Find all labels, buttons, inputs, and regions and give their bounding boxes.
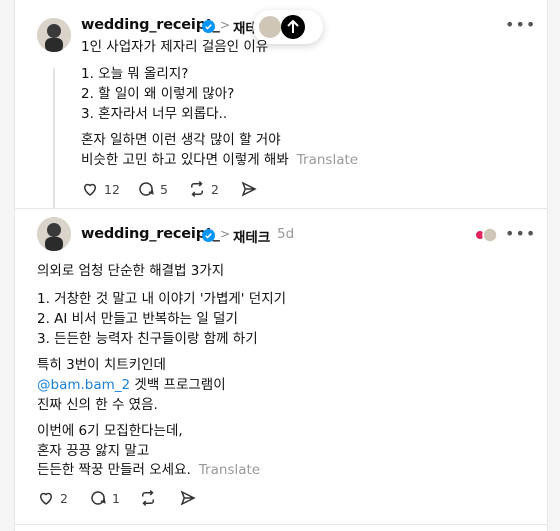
post1-more-icon[interactable]: ••• [505,15,536,34]
post2-avatar[interactable] [37,217,71,251]
send-icon [241,181,257,197]
mention-link[interactable]: @bam.bam_2 [37,377,130,393]
post1-comment-button[interactable]: 5 [137,180,168,198]
post2-topic[interactable]: 재테크 [233,226,270,246]
chevron-right-icon: > [220,18,231,32]
bottom-divider [15,524,547,525]
post1-share-button[interactable] [240,180,263,198]
post1-repost-button[interactable]: 2 [188,180,219,198]
reaction-avatars-icon[interactable] [472,226,502,244]
post2-closing-1: 이번에 6기 모집한다는데, [37,423,183,439]
post2-mention-tail: 겟백 프로그램이 [130,377,226,393]
post1-body-2: 비슷한 고민 하고 있다면 이렇게 해봐 [81,152,289,168]
post2-translate-link[interactable]: Translate [199,462,260,478]
verified-badge-icon [202,229,215,242]
send-icon [180,490,196,506]
post1-username[interactable]: wedding_receipt_ [81,17,220,33]
comment-icon [91,491,106,505]
repost-icon [191,180,203,198]
post1-like-count: 12 [104,181,120,197]
post2-closing-2: 혼자 끙끙 앓지 말고 [37,443,150,459]
post2-closing-3: 든든한 짝꿍 만들러 오세요. [37,462,191,478]
post2-like-count: 2 [60,490,68,506]
post1-avatar[interactable] [37,18,71,52]
post1-list-2: 2. 할 일이 왜 이렇게 많아? [81,86,235,102]
avatar-image [37,217,71,251]
post1-repost-count: 2 [211,181,219,197]
post2-like-button[interactable]: 2 [37,489,68,507]
comment-icon [139,182,154,196]
post1-list-3: 3. 혼자라서 너무 외롭다.. [81,106,228,122]
post1-title: 1인 사업자가 제자리 걸음인 이유 [81,39,269,55]
post2-more-icon[interactable]: ••• [505,224,536,243]
mini-avatar [259,16,281,38]
post2-closing-3-line: 든든한 짝꿍 만들러 오세요. Translate [37,460,260,480]
post-divider [15,208,547,209]
chevron-right-icon: > [220,227,231,241]
post2-timestamp: 5d [277,226,295,242]
verified-badge-icon [202,20,215,33]
avatar-image [37,18,71,52]
heart-icon [39,492,53,505]
post1-body-1: 혼자 일하면 이런 생각 많이 할 거야 [81,132,281,148]
heart-icon [83,183,97,196]
post2-para1-end: 진짜 신의 한 수 였음. [37,397,158,413]
post1-translate-link[interactable]: Translate [297,152,358,168]
post2-mention-line: @bam.bam_2 겟백 프로그램이 [37,375,226,395]
post2-list-2: 2. AI 비서 만들고 반복하는 일 덜기 [37,311,238,327]
post1-like-button[interactable]: 12 [81,180,120,198]
post1-list-1: 1. 오늘 뭐 올리지? [81,66,189,82]
post2-repost-button[interactable] [139,489,162,507]
repost-icon [142,489,154,507]
post2-username[interactable]: wedding_receipt_ [81,226,220,242]
post2-comment-button[interactable]: 1 [89,489,120,507]
feed-card: wedding_receipt_ > 재테 ••• 1인 사업자가 제자리 걸음… [14,0,548,531]
post1-comment-count: 5 [160,181,168,197]
arrow-up-icon[interactable] [281,15,305,39]
post2-list-1: 1. 거창한 것 말고 내 이야기 '가볍게' 던지기 [37,291,287,307]
post2-list-3: 3. 든든한 능력자 친구들이랑 함께 하기 [37,331,258,347]
post2-intro: 의외로 엄청 단순한 해결법 3가지 [37,263,225,279]
post2-comment-count: 1 [112,490,120,506]
post1-body-2-line: 비슷한 고민 하고 있다면 이렇게 해봐 Translate [81,150,358,170]
thread-line [53,68,55,208]
post2-para1: 특히 3번이 치트키인데 [37,357,166,373]
post2-share-button[interactable] [179,489,202,507]
